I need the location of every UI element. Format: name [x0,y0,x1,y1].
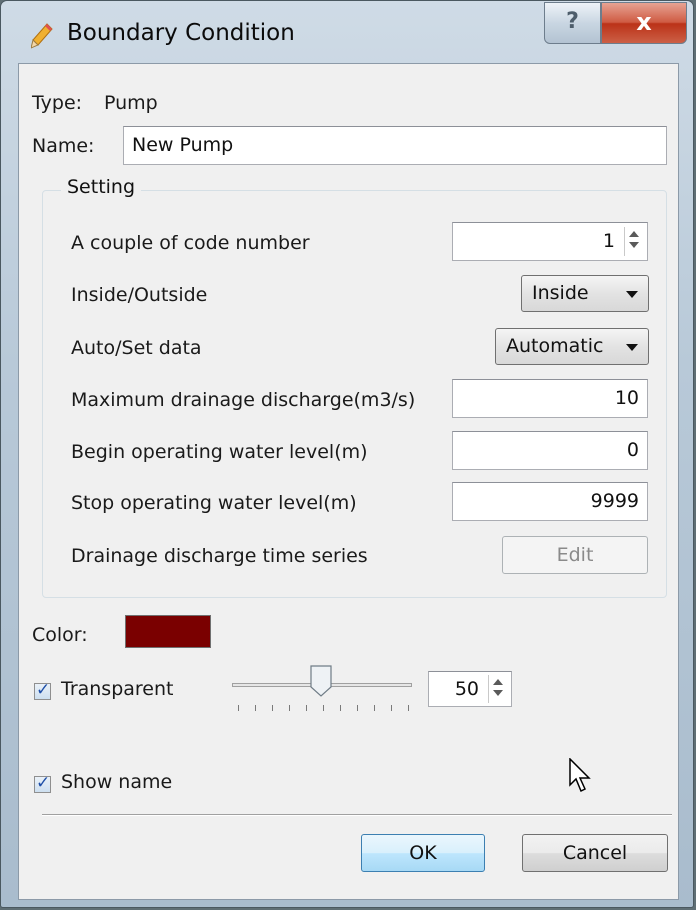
slider-tick [306,705,307,711]
code-number-value: 1 [602,230,615,252]
slider-tick [255,705,256,711]
type-label: Type: [32,92,83,114]
slider-tick [391,705,392,711]
chevron-down-icon [626,291,638,298]
max-discharge-field[interactable]: 10 [452,379,648,418]
code-number-spinbox[interactable]: 1 [452,222,648,261]
slider-tick [323,705,324,711]
slider-tick [289,705,290,711]
slider-thumb[interactable] [310,665,332,697]
dialog-body: Type: Pump Name: New Pump Setting A coup… [18,63,679,900]
inside-outside-label: Inside/Outside [71,284,208,306]
auto-set-select[interactable]: Automatic [495,328,649,365]
slider-tick [357,705,358,711]
window-title: Boundary Condition [67,20,295,46]
slider-tick [238,705,239,711]
stop-level-label: Stop operating water level(m) [71,492,357,514]
boundary-condition-dialog: Boundary Condition ? x Type: Pump Name: … [0,0,694,908]
transparent-label: Transparent [61,678,174,700]
help-icon: ? [566,9,579,34]
spin-up-icon [629,231,639,237]
transparency-value: 50 [454,678,479,700]
name-field[interactable]: New Pump [123,126,667,165]
mouse-cursor-icon [569,758,591,793]
type-value: Pump [104,92,158,114]
slider-tick [408,705,409,711]
begin-level-field[interactable]: 0 [452,431,648,470]
close-button[interactable]: x [601,2,687,44]
slider-tick [374,705,375,711]
close-icon: x [636,8,652,36]
spin-down-icon [629,242,639,248]
chevron-down-icon [626,344,638,351]
transparency-spin-arrows[interactable] [488,675,507,703]
spin-down-icon [493,690,503,696]
pencil-icon [31,23,53,49]
code-number-spin-arrows[interactable] [624,227,643,256]
title-bar[interactable]: Boundary Condition ? x [1,1,693,63]
inside-outside-select[interactable]: Inside [521,275,649,312]
auto-set-value: Automatic [506,335,604,357]
color-swatch[interactable] [125,615,211,648]
stop-level-field[interactable]: 9999 [452,482,648,521]
ok-button[interactable]: OK [361,834,485,872]
auto-set-label: Auto/Set data [71,337,202,359]
time-series-label: Drainage discharge time series [71,545,368,567]
show-name-label: Show name [61,771,173,793]
code-number-label: A couple of code number [71,232,310,254]
transparency-spinbox[interactable]: 50 [428,671,512,707]
help-button[interactable]: ? [544,2,601,44]
slider-tick [272,705,273,711]
checkmark-icon: ✓ [36,680,51,700]
setting-group-title: Setting [61,176,142,198]
checkmark-icon: ✓ [36,773,51,793]
slider-tick [340,705,341,711]
show-name-checkbox[interactable]: ✓ [34,773,51,793]
edit-button[interactable]: Edit [502,536,648,574]
slider-ticks [238,705,409,713]
begin-level-label: Begin operating water level(m) [71,441,368,463]
max-discharge-label: Maximum drainage discharge(m3/s) [71,389,416,411]
name-label: Name: [32,135,95,157]
cancel-button[interactable]: Cancel [522,834,668,872]
spin-up-icon [493,679,503,685]
transparent-checkbox[interactable]: ✓ [34,680,51,700]
inside-outside-value: Inside [532,282,589,304]
separator [42,814,672,816]
color-label: Color: [32,624,88,646]
